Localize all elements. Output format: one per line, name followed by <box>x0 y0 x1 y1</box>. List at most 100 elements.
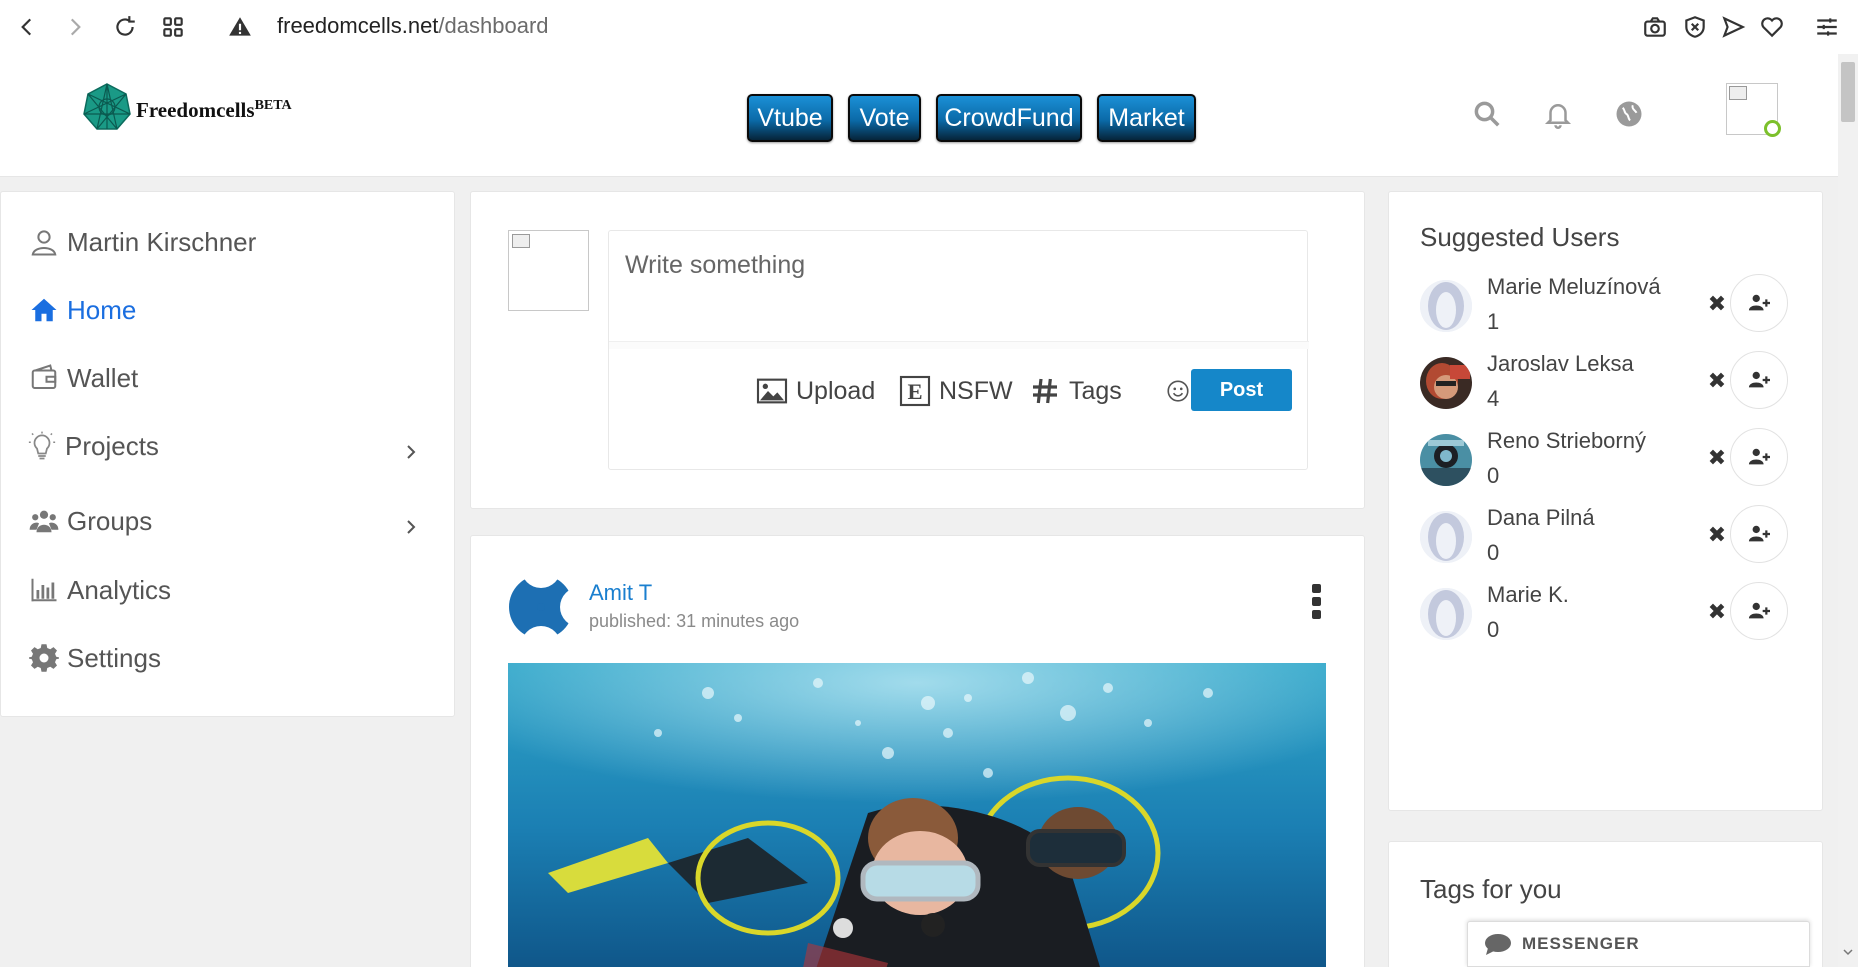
post-image[interactable] <box>508 663 1326 967</box>
nav-vote-button[interactable]: Vote <box>848 94 921 142</box>
user-plus-icon <box>1748 602 1770 619</box>
chevron-right-icon[interactable] <box>401 517 421 537</box>
suggested-user-count: 0 <box>1487 540 1500 565</box>
post-author-link[interactable]: Amit T <box>589 580 652 606</box>
dismiss-icon[interactable]: ✖ <box>1707 293 1727 315</box>
user-icon <box>31 230 57 256</box>
home-icon <box>31 298 57 322</box>
sidebar-user-profile[interactable]: Martin Kirschner <box>29 222 256 262</box>
sidebar-item-label: Settings <box>67 642 161 673</box>
suggested-user-count: 0 <box>1487 617 1500 642</box>
settings-sliders-icon[interactable] <box>1812 12 1842 42</box>
suggested-user-name[interactable]: Marie Meluzínová <box>1487 274 1661 300</box>
suggested-user-name[interactable]: Marie K. <box>1487 582 1569 608</box>
add-friend-button[interactable] <box>1730 274 1788 332</box>
sidebar-item-settings[interactable]: Settings <box>29 638 161 678</box>
logo[interactable]: FreedomcellsBETA <box>82 82 292 132</box>
suggested-user-row: Dana Pilná 0 ✖ <box>1389 505 1824 585</box>
suggested-user-name[interactable]: Dana Pilná <box>1487 505 1595 531</box>
dismiss-icon[interactable]: ✖ <box>1707 601 1727 623</box>
author-avatar[interactable] <box>508 574 574 640</box>
send-icon[interactable] <box>1718 12 1748 42</box>
suggested-user-row: Marie K. 0 ✖ <box>1389 582 1824 662</box>
nsfw-toggle[interactable]: E NSFW <box>899 373 1013 409</box>
diver-photo <box>508 663 1326 967</box>
tabs-grid-icon[interactable] <box>158 12 188 42</box>
address-bar[interactable]: freedomcells.net/dashboard <box>277 13 549 39</box>
bell-icon[interactable] <box>1538 94 1578 134</box>
sidebar-item-home[interactable]: Home <box>29 290 136 330</box>
composer-divider <box>609 341 1309 349</box>
search-icon[interactable] <box>1467 94 1507 134</box>
user-plus-icon <box>1748 371 1770 388</box>
sidebar-user-name: Martin Kirschner <box>67 226 257 257</box>
suggested-user-name[interactable]: Reno Strieborný <box>1487 428 1646 454</box>
back-icon[interactable] <box>12 12 42 42</box>
messenger-label: MESSENGER <box>1522 934 1640 953</box>
explicit-icon: E <box>899 375 931 407</box>
wallet-icon <box>31 364 57 389</box>
composer-box: Upload E NSFW Tags <box>608 230 1309 470</box>
sidebar-item-label: Projects <box>65 430 159 461</box>
write-something-input[interactable] <box>625 251 1285 280</box>
suggested-user-avatar[interactable] <box>1420 588 1472 640</box>
scroll-down-icon[interactable] <box>1843 947 1853 957</box>
add-friend-button[interactable] <box>1730 582 1788 640</box>
chevron-right-icon[interactable] <box>401 442 421 462</box>
sidebar-item-projects[interactable]: Projects <box>27 426 159 466</box>
post-composer: Upload E NSFW Tags <box>470 191 1365 509</box>
url-path: /dashboard <box>438 13 549 38</box>
globe-icon[interactable] <box>1609 94 1649 134</box>
dismiss-icon[interactable]: ✖ <box>1707 447 1727 469</box>
broken-image-icon <box>1729 86 1747 100</box>
suggested-user-row: Reno Strieborný 0 ✖ <box>1389 428 1824 508</box>
site-header: FreedomcellsBETA Vtube Vote CrowdFund Ma… <box>0 54 1838 177</box>
sidebar-item-analytics[interactable]: Analytics <box>29 570 171 610</box>
heart-icon[interactable] <box>1757 12 1787 42</box>
suggested-user-avatar[interactable] <box>1420 280 1472 332</box>
suggested-user-name[interactable]: Jaroslav Leksa <box>1487 351 1634 377</box>
user-plus-icon <box>1748 525 1770 542</box>
sidebar-item-groups[interactable]: Groups <box>29 501 152 541</box>
suggested-user-avatar[interactable] <box>1420 511 1472 563</box>
svg-text:E: E <box>907 379 922 404</box>
suggested-user-count: 1 <box>1487 309 1500 334</box>
add-friend-button[interactable] <box>1730 505 1788 563</box>
camera-icon[interactable] <box>1640 12 1670 42</box>
dismiss-icon[interactable]: ✖ <box>1707 524 1727 546</box>
add-friend-button[interactable] <box>1730 351 1788 409</box>
post-menu-button[interactable] <box>1309 584 1323 624</box>
nav-market-button[interactable]: Market <box>1097 94 1196 142</box>
upload-button[interactable]: Upload <box>756 373 875 409</box>
chat-bubble-icon <box>1485 934 1511 955</box>
reload-icon[interactable] <box>110 12 140 42</box>
shield-x-icon[interactable] <box>1680 12 1710 42</box>
nav-vtube-button[interactable]: Vtube <box>747 94 833 142</box>
beta-badge: BETA <box>254 97 292 113</box>
post-button[interactable]: Post <box>1191 369 1292 411</box>
suggested-user-avatar[interactable] <box>1420 434 1472 486</box>
page-scrollbar[interactable] <box>1838 54 1858 967</box>
feed-post: Amit T published: 31 minutes ago <box>470 535 1365 967</box>
scrollbar-thumb[interactable] <box>1841 62 1855 122</box>
add-friend-button[interactable] <box>1730 428 1788 486</box>
suggested-user-avatar[interactable] <box>1420 357 1472 409</box>
nav-crowdfund-button[interactable]: CrowdFund <box>936 94 1082 142</box>
suggested-users-card: Suggested Users Marie Meluzínová 1 ✖ Jar… <box>1388 191 1823 811</box>
composer-avatar <box>508 230 589 311</box>
tags-label: Tags <box>1069 376 1122 405</box>
users-icon <box>29 510 59 533</box>
nsfw-label: NSFW <box>939 376 1013 405</box>
gear-icon <box>29 644 59 672</box>
tags-button[interactable]: Tags <box>1029 373 1122 409</box>
sidebar-item-wallet[interactable]: Wallet <box>29 358 138 398</box>
post-timestamp: published: 31 minutes ago <box>589 611 800 631</box>
online-status-dot <box>1764 120 1781 137</box>
warning-icon[interactable] <box>225 12 255 42</box>
forward-icon[interactable] <box>60 12 90 42</box>
dismiss-icon[interactable]: ✖ <box>1707 370 1727 392</box>
suggested-users-title: Suggested Users <box>1420 222 1620 252</box>
suggested-user-row: Marie Meluzínová 1 ✖ <box>1389 274 1824 354</box>
logo-name: Freedomcells <box>136 97 255 122</box>
messenger-bar[interactable]: MESSENGER <box>1467 921 1810 967</box>
